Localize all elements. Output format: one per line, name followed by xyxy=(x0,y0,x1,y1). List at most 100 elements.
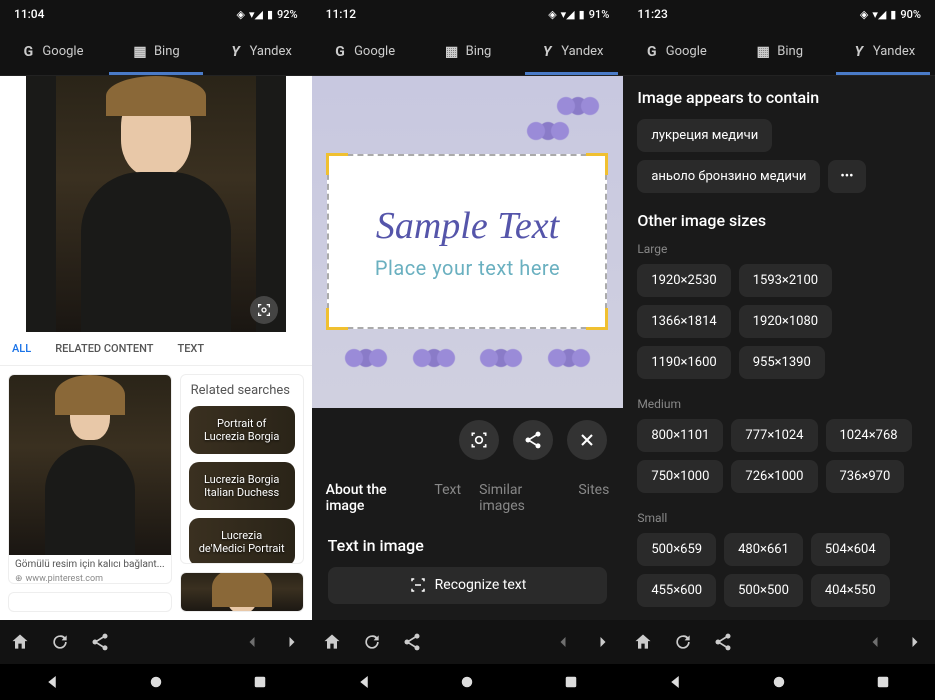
system-nav xyxy=(0,664,312,700)
tag-chip[interactable]: лукреция медичи xyxy=(637,119,772,152)
tab-google[interactable]: GGoogle xyxy=(0,28,104,75)
size-chip[interactable]: 480×661 xyxy=(724,533,803,566)
close-button[interactable] xyxy=(567,420,607,460)
tab-yandex[interactable]: Y Yandex xyxy=(208,28,312,75)
size-chip[interactable]: 1190×1600 xyxy=(637,346,730,379)
back-icon[interactable] xyxy=(242,632,262,652)
crop-icon[interactable] xyxy=(250,296,278,324)
sys-recents-icon[interactable] xyxy=(251,673,269,691)
tab-google[interactable]: G Google xyxy=(312,28,416,75)
reload-icon[interactable] xyxy=(50,632,70,652)
tab-label: Yandex xyxy=(250,44,292,59)
crop-handle-bl[interactable] xyxy=(326,308,348,330)
battery-icon: ▮ xyxy=(267,8,273,21)
tab-yandex[interactable]: YYandex xyxy=(831,28,935,75)
related-chip[interactable]: Portrait of Lucrezia Borgia xyxy=(189,406,295,454)
sys-recents-icon[interactable] xyxy=(874,673,892,691)
vibrate-icon: ◈ xyxy=(860,8,868,21)
tag-chip[interactable]: аньоло бронзино медичи xyxy=(637,160,820,193)
size-chip[interactable]: 1366×1814 xyxy=(637,305,730,338)
size-chip[interactable]: 777×1024 xyxy=(731,419,817,452)
forward-icon[interactable] xyxy=(282,632,302,652)
globe-icon: ⊕ xyxy=(15,574,23,584)
crop-handle-tl[interactable] xyxy=(326,153,348,175)
tab-about[interactable]: About the image xyxy=(326,482,417,514)
forward-icon[interactable] xyxy=(593,632,613,652)
share-icon[interactable] xyxy=(713,632,733,652)
size-chip[interactable]: 1593×2100 xyxy=(739,264,832,297)
contain-chips: лукреция медичи аньоло бронзино медичи •… xyxy=(637,119,921,193)
vibrate-icon: ◈ xyxy=(548,8,556,21)
reload-icon[interactable] xyxy=(362,632,382,652)
battery-pct: 91% xyxy=(589,8,610,21)
more-chip[interactable]: ••• xyxy=(828,160,865,193)
tab-text[interactable]: TEXT xyxy=(178,342,205,355)
phone-screenshot-1: 11:04 ◈ ▾◢ ▮ 92% GGoogle ▦Bing YYandex A… xyxy=(0,0,312,700)
share-icon[interactable] xyxy=(90,632,110,652)
sys-back-icon[interactable] xyxy=(666,673,684,691)
tab-sites[interactable]: Sites xyxy=(578,482,609,514)
size-chip[interactable]: 504×604 xyxy=(811,533,890,566)
tab-bing[interactable]: ▦Bing xyxy=(727,28,831,75)
share-icon[interactable] xyxy=(402,632,422,652)
home-icon[interactable] xyxy=(10,632,30,652)
reload-icon[interactable] xyxy=(673,632,693,652)
home-icon[interactable] xyxy=(633,632,653,652)
selection-frame[interactable]: Sample Text Place your text here xyxy=(327,154,607,329)
forward-icon[interactable] xyxy=(905,632,925,652)
scan-text-icon xyxy=(409,576,427,594)
crop-handle-br[interactable] xyxy=(586,308,608,330)
sys-back-icon[interactable] xyxy=(43,673,61,691)
sys-home-icon[interactable] xyxy=(458,673,476,691)
size-chip[interactable]: 404×550 xyxy=(811,574,890,607)
size-chip[interactable]: 726×1000 xyxy=(731,460,817,493)
size-chip[interactable]: 1920×2530 xyxy=(637,264,730,297)
tab-label: Bing xyxy=(777,44,803,59)
size-chip[interactable]: 736×970 xyxy=(826,460,905,493)
tab-google[interactable]: GGoogle xyxy=(623,28,727,75)
tab-bing[interactable]: ▦Bing xyxy=(104,28,208,75)
size-chip[interactable]: 750×1000 xyxy=(637,460,723,493)
related-chip[interactable]: Lucrezia Borgia Italian Duchess xyxy=(189,462,295,510)
back-icon[interactable] xyxy=(865,632,885,652)
related-chip[interactable]: Lucrezia de'Medici Portrait xyxy=(189,518,295,564)
image-actions xyxy=(312,408,624,472)
phone-screenshot-2: 11:12 ◈ ▾◢ ▮ 91% GGoogle ▦Bing YYandex S… xyxy=(312,0,624,700)
tab-related[interactable]: RELATED CONTENT xyxy=(55,342,153,355)
sys-back-icon[interactable] xyxy=(355,673,373,691)
share-button[interactable] xyxy=(513,420,553,460)
size-chip[interactable]: 500×659 xyxy=(637,533,716,566)
size-chip[interactable]: 500×500 xyxy=(724,574,803,607)
home-icon[interactable] xyxy=(322,632,342,652)
result-tabs: ALL RELATED CONTENT TEXT xyxy=(0,332,312,366)
tab-bing[interactable]: ▦Bing xyxy=(416,28,520,75)
size-chip[interactable]: 955×1390 xyxy=(739,346,825,379)
result-card[interactable] xyxy=(8,592,172,612)
size-chip[interactable]: 1024×768 xyxy=(826,419,912,452)
size-chip[interactable]: 455×600 xyxy=(637,574,716,607)
lens-button[interactable] xyxy=(459,420,499,460)
google-icon: G xyxy=(332,44,348,60)
yandex-icon: Y xyxy=(228,44,244,60)
battery-icon: ▮ xyxy=(579,8,585,21)
tab-label: Google xyxy=(354,44,395,59)
crop-handle-tr[interactable] xyxy=(586,153,608,175)
result-card[interactable] xyxy=(180,572,304,612)
size-chip[interactable]: 800×1101 xyxy=(637,419,723,452)
size-chip[interactable]: 1920×1080 xyxy=(739,305,832,338)
battery-pct: 92% xyxy=(277,8,298,21)
tab-text[interactable]: Text xyxy=(434,482,461,514)
google-icon: G xyxy=(20,44,36,60)
sys-home-icon[interactable] xyxy=(147,673,165,691)
recognize-text-button[interactable]: Recognize text xyxy=(328,567,608,604)
tab-yandex[interactable]: YYandex xyxy=(519,28,623,75)
back-icon[interactable] xyxy=(553,632,573,652)
sys-home-icon[interactable] xyxy=(770,673,788,691)
result-caption: Gömülü resim için kalıcı bağlant... xyxy=(9,555,171,574)
result-card[interactable]: Gömülü resim için kalıcı bağlant... ⊕www… xyxy=(8,374,172,584)
phone-screenshot-3: 11:23 ◈ ▾◢ ▮ 90% GGoogle ▦Bing YYandex I… xyxy=(623,0,935,700)
tab-similar[interactable]: Similar images xyxy=(479,482,560,514)
tab-all[interactable]: ALL xyxy=(12,342,31,355)
status-icons: ◈ ▾◢ ▮ 92% xyxy=(237,8,298,21)
sys-recents-icon[interactable] xyxy=(562,673,580,691)
